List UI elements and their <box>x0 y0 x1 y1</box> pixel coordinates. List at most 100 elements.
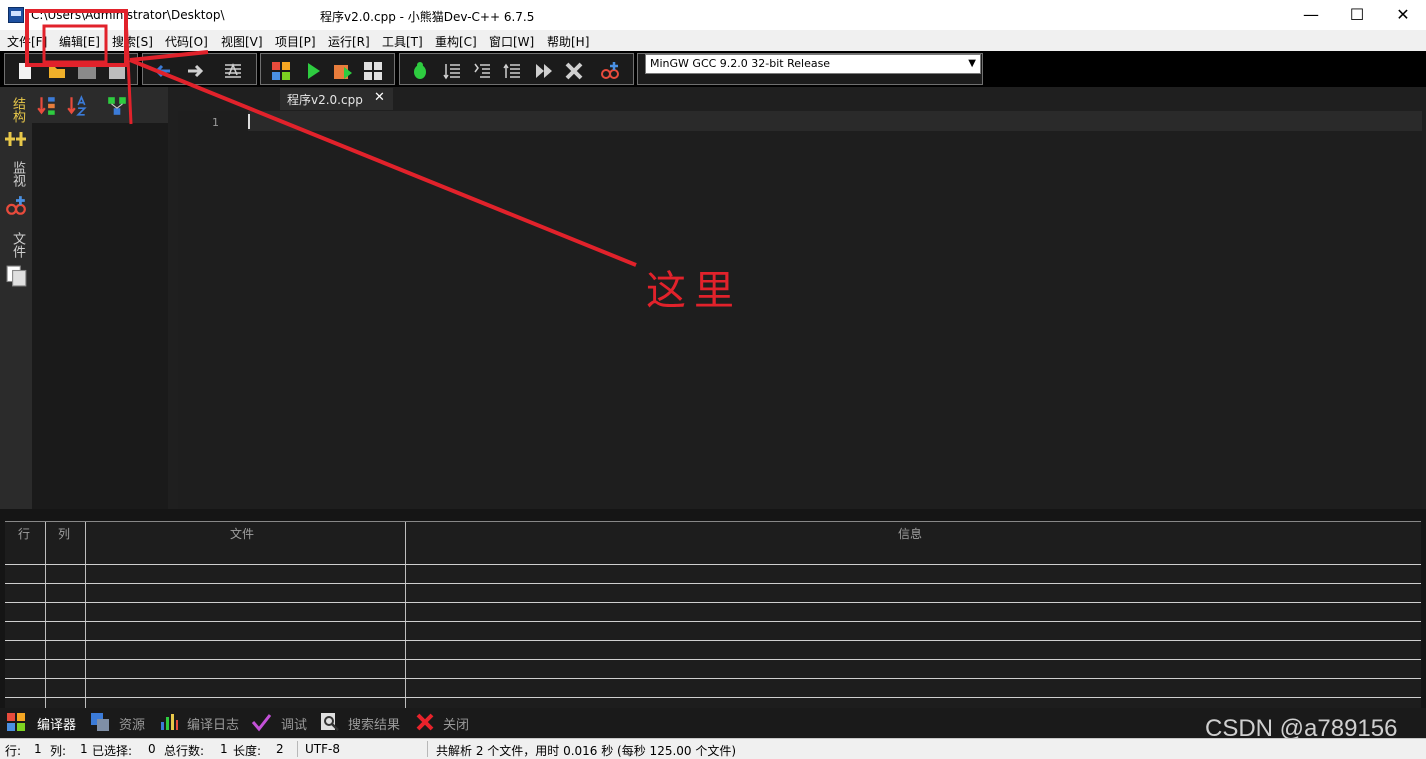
column-header-file[interactable]: 文件 <box>230 525 254 542</box>
step-over-icon[interactable] <box>442 61 462 81</box>
line-number: 1 <box>212 116 219 129</box>
toolbar-file-group <box>4 53 138 85</box>
add-icon[interactable] <box>5 130 27 148</box>
forward-arrow-icon[interactable] <box>185 61 205 81</box>
status-length: 2 <box>276 742 284 756</box>
tab-compile-log[interactable]: 编译日志 <box>187 714 239 733</box>
column-divider[interactable] <box>85 522 86 708</box>
editor-tab-label: 程序v2.0.cpp <box>287 93 363 107</box>
table-row <box>5 602 1421 603</box>
close-panel-icon <box>416 713 434 731</box>
title-bar: C:\Users\Administrator\Desktop\ 程序v2.0.c… <box>0 0 1426 30</box>
status-bar: 行: 1 列: 1 已选择: 0 总行数: 1 长度: 2 UTF-8 共解析 … <box>0 738 1426 759</box>
menu-file[interactable]: 文件[F] <box>7 33 47 50</box>
tab-compiler[interactable]: 编译器 <box>37 714 76 733</box>
side-tab-structure[interactable]: 结构 <box>8 97 27 123</box>
step-out-icon[interactable] <box>502 61 522 81</box>
show-inherited-icon[interactable] <box>106 95 128 117</box>
current-line-highlight <box>248 111 1422 131</box>
watch-icon <box>6 196 26 215</box>
compile-log-tab-icon <box>161 714 178 730</box>
chevron-down-icon: ▼ <box>968 58 976 69</box>
table-row <box>5 678 1421 679</box>
status-length-label: 长度: <box>233 744 262 758</box>
side-tab-watch[interactable]: 监视 <box>8 161 27 187</box>
status-parse-info: 共解析 2 个文件，用时 0.016 秒 (每秒 125.00 个文件) <box>436 744 737 758</box>
column-divider[interactable] <box>45 522 46 708</box>
menu-code[interactable]: 代码[O] <box>165 33 208 50</box>
side-tab-files[interactable]: 文件 <box>8 232 27 258</box>
tab-debug[interactable]: 调试 <box>281 714 307 733</box>
continue-icon[interactable] <box>534 61 554 81</box>
compiler-select[interactable]: MinGW GCC 9.2.0 32-bit Release ▼ <box>645 54 981 74</box>
menu-search[interactable]: 搜索[S] <box>112 33 153 50</box>
menu-run[interactable]: 运行[R] <box>328 33 370 50</box>
sort-by-type-icon[interactable] <box>36 95 58 117</box>
table-row <box>5 697 1421 698</box>
menu-edit[interactable]: 编辑[E] <box>59 33 100 50</box>
files-icon <box>6 265 27 287</box>
tab-search-results[interactable]: 搜索结果 <box>348 714 400 733</box>
menu-bar: 文件[F] 编辑[E] 搜索[S] 代码[O] 视图[V] 项目[P] 运行[R… <box>0 30 1426 51</box>
column-divider[interactable] <box>405 522 406 708</box>
toolbar-nav-group <box>142 53 257 85</box>
menu-help[interactable]: 帮助[H] <box>547 33 589 50</box>
back-arrow-icon[interactable] <box>153 61 173 81</box>
class-browser-panel[interactable] <box>32 123 168 509</box>
stop-debug-icon[interactable] <box>564 61 584 81</box>
table-row <box>5 640 1421 641</box>
menu-refactor[interactable]: 重构[C] <box>435 33 477 50</box>
window-title: 程序v2.0.cpp - 小熊猫Dev-C++ 6.7.5 <box>320 10 535 24</box>
menu-view[interactable]: 视图[V] <box>221 33 263 50</box>
menu-tools[interactable]: 工具[T] <box>382 33 423 50</box>
status-separator <box>427 741 428 757</box>
add-watch-icon[interactable] <box>600 61 620 81</box>
column-header-line[interactable]: 行 <box>18 525 30 542</box>
compile-run-icon[interactable] <box>333 61 353 81</box>
menu-window[interactable]: 窗口[W] <box>489 33 534 50</box>
run-icon[interactable] <box>303 61 323 81</box>
menu-project[interactable]: 项目[P] <box>275 33 316 50</box>
column-header-info[interactable]: 信息 <box>898 525 922 542</box>
column-header-col[interactable]: 列 <box>58 525 70 542</box>
tab-close-panel[interactable]: 关闭 <box>443 714 469 733</box>
compile-icon[interactable] <box>271 61 291 81</box>
tab-close-icon[interactable]: ✕ <box>374 90 385 105</box>
status-row: 1 <box>34 742 42 756</box>
status-encoding[interactable]: UTF-8 <box>305 742 340 756</box>
save-icon[interactable] <box>77 61 97 81</box>
status-col: 1 <box>80 742 88 756</box>
open-folder-icon[interactable] <box>47 61 67 81</box>
search-results-tab-icon <box>321 713 339 731</box>
table-row <box>5 564 1421 565</box>
status-col-label: 列: <box>50 744 67 758</box>
debug-bug-icon[interactable] <box>410 61 430 81</box>
step-into-icon[interactable] <box>472 61 492 81</box>
maximize-button[interactable]: ☐ <box>1334 0 1380 30</box>
toolbar-debug-group <box>399 53 634 85</box>
compiler-tab-icon <box>7 713 25 731</box>
window-path: C:\Users\Administrator\Desktop\ <box>31 8 225 22</box>
table-row <box>5 659 1421 660</box>
table-row <box>5 583 1421 584</box>
close-window-button[interactable]: ✕ <box>1380 0 1426 30</box>
annotation-label: 这里 <box>646 268 742 314</box>
rebuild-icon[interactable] <box>363 61 383 81</box>
debug-tab-icon <box>251 714 271 732</box>
status-separator <box>297 741 298 757</box>
save-all-icon[interactable] <box>107 61 127 81</box>
editor-tab[interactable]: 程序v2.0.cpp ✕ <box>280 88 393 110</box>
status-selected: 0 <box>148 742 156 756</box>
status-lines: 1 <box>220 742 228 756</box>
format-text-icon[interactable] <box>223 61 243 81</box>
new-file-icon[interactable] <box>15 61 35 81</box>
status-lines-label: 总行数: <box>164 744 205 758</box>
tab-resources[interactable]: 资源 <box>119 714 145 733</box>
compiler-messages-table[interactable]: 行 列 文件 信息 <box>5 521 1421 708</box>
table-row <box>5 621 1421 622</box>
resources-tab-icon <box>91 713 109 731</box>
code-editor[interactable] <box>178 111 1422 509</box>
side-tab-strip: 结构 监视 文件 <box>0 87 32 509</box>
minimize-button[interactable]: — <box>1288 0 1334 30</box>
sort-alpha-icon[interactable] <box>66 95 88 117</box>
